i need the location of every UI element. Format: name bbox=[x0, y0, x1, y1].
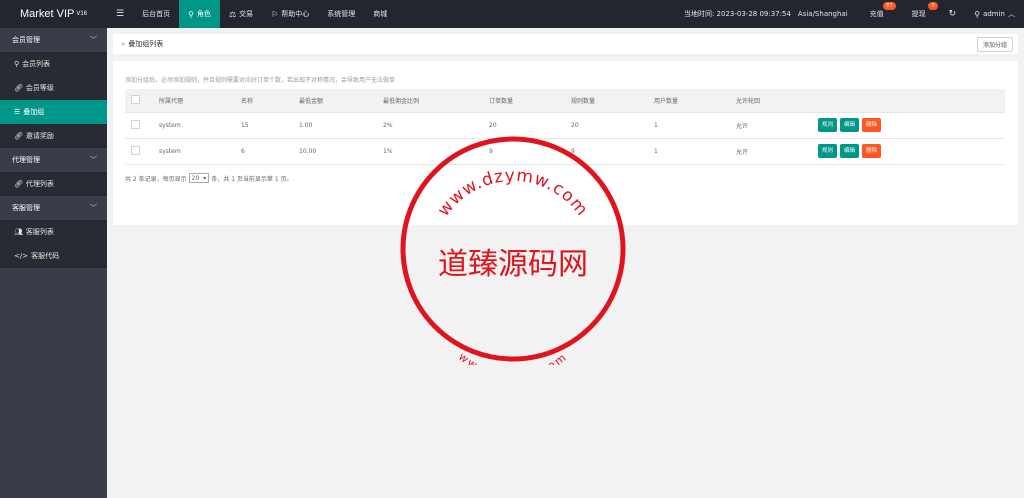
col-min-amount: 最低金额 bbox=[293, 89, 377, 113]
edit-button[interactable]: 编辑 bbox=[840, 144, 860, 158]
chevron-down-icon: ▾ bbox=[203, 174, 207, 182]
stamp-outer-text: www.dzymw.com bbox=[434, 166, 592, 221]
sidebar: 会员管理 ﹀ ⚲ 会员列表 🔗︎ 会员等级 ☰ 叠加组 🔗︎ 邀请奖励 代理管理 ﹀ 🔗︎ 代… bbox=[0, 28, 107, 498]
users-icon: 👥︎ bbox=[14, 228, 23, 236]
delete-button[interactable]: 删除 bbox=[862, 118, 882, 132]
stamp-center-text: 道臻源码网 bbox=[438, 247, 588, 282]
add-group-button[interactable]: 添加分组 bbox=[976, 37, 1013, 52]
cell-actions: 规则 编辑 删除 bbox=[812, 112, 1005, 139]
delete-button[interactable]: 删除 bbox=[862, 144, 882, 158]
user-icon: ⚲ bbox=[14, 60, 20, 68]
refresh-icon: ↻ bbox=[948, 9, 957, 19]
row-checkbox[interactable] bbox=[131, 145, 140, 155]
sidebar-group-members[interactable]: 会员管理 ﹀ bbox=[0, 28, 107, 52]
select-all-checkbox[interactable] bbox=[131, 94, 140, 104]
user-icon: ⚲ bbox=[188, 9, 194, 19]
cell-actions: 规则 编辑 删除 bbox=[812, 138, 1005, 165]
header-right: 当地时间: 2023-03-28 09:37:54 Asia/Shanghai … bbox=[676, 0, 1024, 28]
menu-toggle-button[interactable]: ☰ bbox=[107, 0, 133, 28]
sidebar-item-service-code[interactable]: </> 客服代码 bbox=[0, 244, 107, 268]
nav-role[interactable]: ⚲ 角色 bbox=[179, 0, 220, 28]
list-icon: ☰ bbox=[14, 108, 21, 116]
row-select-cell bbox=[125, 138, 153, 165]
col-order-count: 订单数量 bbox=[483, 89, 565, 113]
user-icon: ⚲ bbox=[974, 9, 981, 19]
table-header-row: 所属代理 名称 最低金额 最低佣金比例 订单数量 规则数量 用户数量 允许轮回 bbox=[125, 89, 1005, 113]
cell-allow-loop: 允许 bbox=[730, 138, 812, 165]
page-title: 叠加组列表 bbox=[128, 40, 164, 48]
col-user-count: 用户数量 bbox=[648, 89, 730, 113]
page-size-select[interactable]: 20 ▾ bbox=[188, 173, 210, 183]
col-actions bbox=[812, 89, 1005, 113]
scale-icon: ⚖ bbox=[228, 9, 237, 19]
edit-button[interactable]: 编辑 bbox=[840, 118, 860, 132]
nav-help[interactable]: ⚐ 帮助中心 bbox=[262, 0, 318, 28]
link-icon: 🔗︎ bbox=[14, 132, 23, 140]
app-logo[interactable]: Market VIP V16 bbox=[0, 0, 107, 28]
nav-mall[interactable]: 商城 bbox=[364, 0, 396, 28]
nav-home[interactable]: 后台首页 bbox=[133, 0, 179, 28]
top-bar: Market VIP V16 ☰ 后台首页 ⚲ 角色 ⚖ 交易 ⚐ 帮助中心 系统管理 … bbox=[0, 0, 1024, 28]
page-header: » 叠加组列表 添加分组 bbox=[113, 34, 1018, 54]
cell-agent: system bbox=[153, 112, 235, 139]
sidebar-item-invite-reward[interactable]: 🔗︎ 邀请奖励 bbox=[0, 124, 107, 148]
col-name: 名称 bbox=[235, 89, 293, 113]
col-min-commission: 最低佣金比例 bbox=[377, 89, 483, 113]
nav-trade[interactable]: ⚖ 交易 bbox=[220, 0, 262, 28]
menu-icon: ☰ bbox=[116, 9, 125, 19]
sidebar-group-agents[interactable]: 代理管理 ﹀ bbox=[0, 148, 107, 172]
sidebar-item-member-list[interactable]: ⚲ 会员列表 bbox=[0, 52, 107, 76]
row-checkbox[interactable] bbox=[131, 119, 140, 129]
nav-system[interactable]: 系统管理 bbox=[318, 0, 364, 28]
chevron-up-icon: ︿ bbox=[1008, 10, 1015, 18]
sidebar-group-service[interactable]: 客服管理 ﹀ bbox=[0, 196, 107, 220]
select-all-cell bbox=[125, 89, 153, 113]
notice-text: 添加分组后，必须添加规则，并且规则需要对应好订单个数，若出现不对称情况，会导致用… bbox=[125, 77, 396, 84]
col-rule-count: 规则数量 bbox=[565, 89, 648, 113]
cell-min-amount: 1.00 bbox=[293, 112, 377, 139]
cell-min-amount: 10.00 bbox=[293, 138, 377, 165]
rule-button[interactable]: 规则 bbox=[818, 118, 838, 132]
recharge-badge: 87 bbox=[883, 2, 896, 10]
sidebar-item-agent-list[interactable]: 🔗︎ 代理列表 bbox=[0, 172, 107, 196]
chevron-down-icon: ﹀ bbox=[90, 156, 97, 164]
chevron-down-icon: ﹀ bbox=[90, 204, 97, 212]
sidebar-item-service-list[interactable]: 👥︎ 客服列表 bbox=[0, 220, 107, 244]
rule-button[interactable]: 规则 bbox=[818, 144, 838, 158]
local-time: 当地时间: 2023-03-28 09:37:54 Asia/Shanghai bbox=[683, 10, 848, 18]
sidebar-item-member-level[interactable]: 🔗︎ 会员等级 bbox=[0, 76, 107, 100]
cell-user-count: 1 bbox=[648, 138, 730, 165]
user-menu[interactable]: ⚲ admin ︿ bbox=[965, 0, 1024, 28]
cell-allow-loop: 允许 bbox=[730, 112, 812, 139]
flag-icon: ⚐ bbox=[271, 9, 279, 19]
withdraw-badge: 0 bbox=[928, 2, 938, 10]
refresh-button[interactable]: ↻ bbox=[940, 0, 966, 28]
cell-agent: system bbox=[153, 138, 235, 165]
link-icon: 🔗︎ bbox=[14, 180, 23, 188]
recharge-button[interactable]: 充值 87 bbox=[856, 0, 898, 28]
cell-user-count: 1 bbox=[648, 112, 730, 139]
link-icon: 🔗︎ bbox=[14, 84, 23, 92]
main-nav: ☰ 后台首页 ⚲ 角色 ⚖ 交易 ⚐ 帮助中心 系统管理 商城 bbox=[107, 0, 396, 28]
row-select-cell bbox=[125, 112, 153, 139]
sidebar-item-overlay-group[interactable]: ☰ 叠加组 bbox=[0, 100, 107, 124]
code-icon: </> bbox=[14, 252, 29, 260]
double-chevron-right-icon: » bbox=[121, 40, 126, 48]
cell-name: 6 bbox=[235, 138, 293, 165]
watermark-stamp: www.dzymw.com 道臻源码网 www.dzymw.com bbox=[400, 136, 626, 365]
col-allow-loop: 允许轮回 bbox=[730, 89, 812, 113]
chevron-down-icon: ﹀ bbox=[90, 36, 97, 44]
withdraw-button[interactable]: 提现 0 bbox=[898, 0, 940, 28]
pagination: 共 2 条记录，每页显示 20 ▾ 条，共 1 页当前显示第 1 页。 bbox=[125, 173, 293, 183]
col-agent: 所属代理 bbox=[153, 89, 235, 113]
cell-name: 15 bbox=[235, 112, 293, 139]
